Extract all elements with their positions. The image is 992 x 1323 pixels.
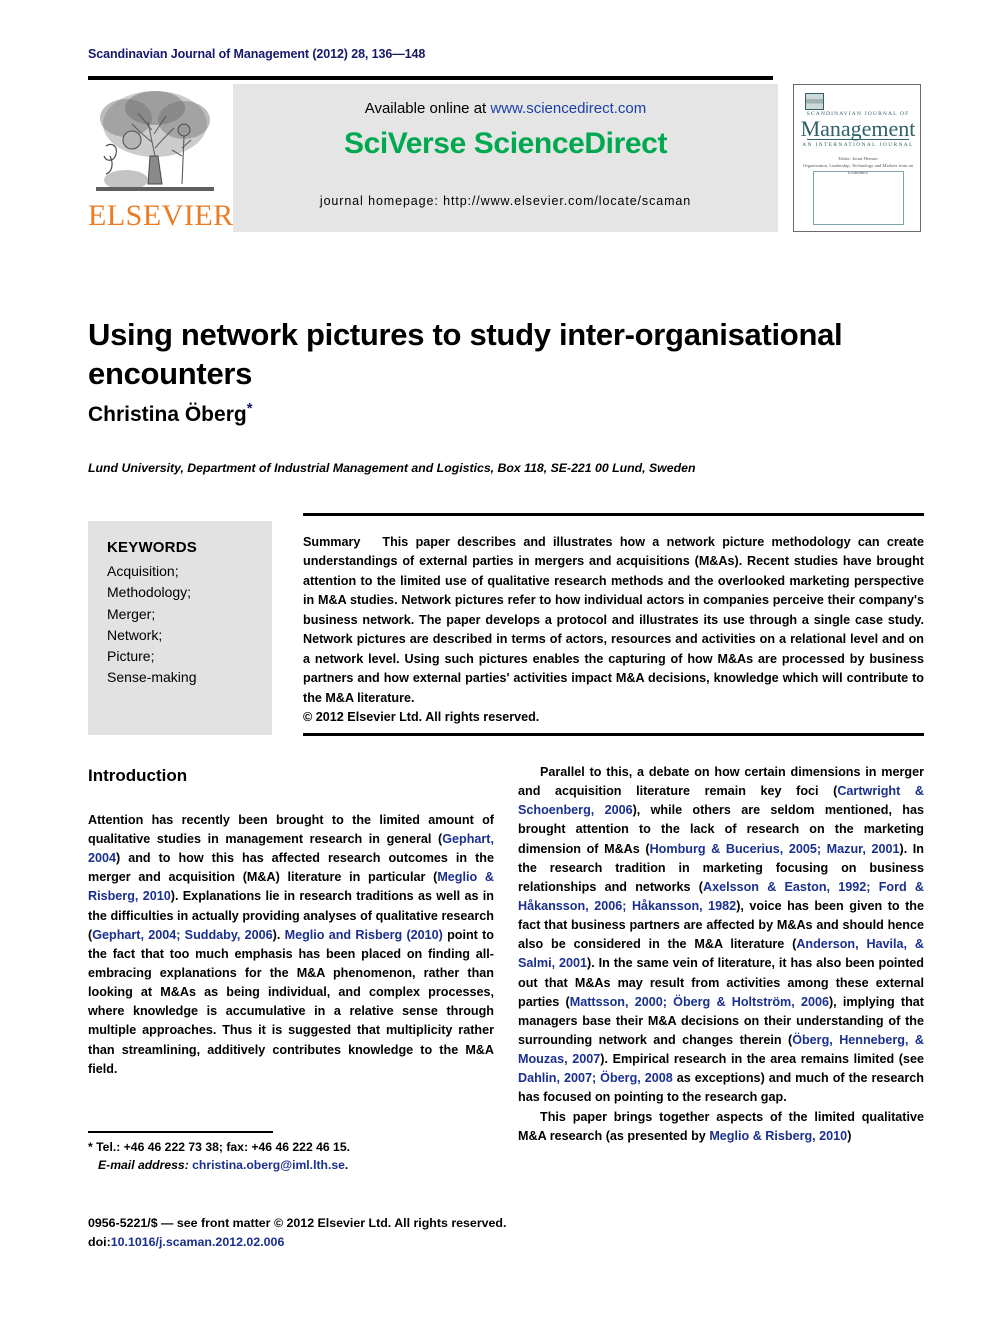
cover-journal-title: Management <box>800 116 916 141</box>
cover-image-placeholder <box>813 171 904 225</box>
text-run: Attention has recently been brought to t… <box>88 812 494 846</box>
article-title: Using network pictures to study inter-or… <box>88 316 843 392</box>
keywords-list: Acquisition; Methodology; Merger; Networ… <box>107 561 197 689</box>
keyword-item: Methodology; <box>107 584 192 601</box>
citation-link[interactable]: Mattsson, 2000; Öberg & Holtström, 2006 <box>570 995 829 1009</box>
text-run: point to the fact that too much emphasis… <box>88 927 495 1076</box>
paragraph: Attention has recently been brought to t… <box>88 811 494 1079</box>
keyword-item: Picture; <box>107 648 155 665</box>
cover-editor-name: Editor: Jouni Flemari <box>838 156 878 161</box>
sciencedirect-url[interactable]: www.sciencedirect.com <box>490 100 646 117</box>
author-label: Christina Öberg <box>88 403 247 426</box>
paragraph: This paper brings together aspects of th… <box>518 1108 924 1146</box>
abstract-text: Summary This paper describes and illustra… <box>303 533 924 728</box>
citation-link[interactable]: Homburg & Bucerius, 2005; Mazur, 2001 <box>650 842 900 856</box>
elsevier-logo: ELSEVIER <box>88 84 234 234</box>
text-run: ). Empirical research in the area remain… <box>600 1052 924 1067</box>
author-name: Christina Öberg* <box>88 400 253 427</box>
cover-divider <box>807 139 909 140</box>
elsevier-wordmark: ELSEVIER <box>88 199 234 232</box>
abstract-copyright: © 2012 Elsevier Ltd. All rights reserved… <box>303 710 540 725</box>
keyword-item: Sense-making <box>107 669 197 686</box>
running-head: Scandinavian Journal of Management (2012… <box>88 47 426 61</box>
abstract-bottom-rule <box>303 733 924 736</box>
abstract-body: This paper describes and illustrates how… <box>303 535 924 705</box>
author-footnote-marker[interactable]: * <box>247 400 253 417</box>
keyword-item: Acquisition; <box>107 563 179 579</box>
keywords-heading: KEYWORDS <box>107 539 197 556</box>
text-run: ) and to how this has affected research … <box>88 851 494 885</box>
author-email-link[interactable]: christina.oberg@iml.lth.se <box>192 1158 345 1172</box>
sciverse-sciencedirect-logo: SciVerse ScienceDirect <box>343 127 668 160</box>
footnote-contact: * Tel.: +46 46 222 73 38; fax: +46 46 22… <box>88 1138 494 1156</box>
section-heading-introduction: Introduction <box>88 766 188 785</box>
header-rule <box>88 76 773 80</box>
citation-link[interactable]: Meglio and Risberg (2010) <box>285 928 443 942</box>
elsevier-tree-icon <box>92 84 218 202</box>
footnote-email-line: E-mail address: christina.oberg@iml.lth.… <box>98 1158 349 1173</box>
available-online-line: Available online at www.sciencedirect.co… <box>233 100 778 117</box>
front-matter-block: 0956-5221/$ — see front matter © 2012 El… <box>88 1214 588 1252</box>
doi-label: doi: <box>88 1234 111 1249</box>
keyword-item: Merger; <box>107 605 156 622</box>
article-page: Scandinavian Journal of Management (2012… <box>0 0 992 1323</box>
doi-line: doi:10.1016/j.scaman.2012.02.006 <box>88 1233 588 1252</box>
footnote-telephone: Tel.: +46 46 222 73 38; fax: +46 46 222 … <box>92 1140 351 1154</box>
footnote-rule <box>88 1131 273 1133</box>
email-label: E-mail address: <box>98 1158 189 1173</box>
issn-copyright-line: 0956-5221/$ — see front matter © 2012 El… <box>88 1216 507 1230</box>
journal-cover-thumbnail[interactable]: SCANDINAVIAN JOURNAL OF Management AN IN… <box>793 84 921 232</box>
journal-homepage-line[interactable]: journal homepage: http://www.elsevier.co… <box>233 194 778 208</box>
citation-link[interactable]: Gephart, 2004; Suddaby, 2006 <box>92 928 272 942</box>
abstract-top-rule <box>303 513 924 516</box>
footnote-block: * Tel.: +46 46 222 73 38; fax: +46 46 22… <box>88 1138 494 1175</box>
paragraph: Parallel to this, a debate on how certai… <box>518 763 924 1108</box>
abstract-label: Summary <box>303 535 361 549</box>
citation-link[interactable]: Dahlin, 2007; Öberg, 2008 <box>518 1071 673 1085</box>
author-affiliation: Lund University, Department of Industria… <box>88 461 696 475</box>
body-column-right: Parallel to this, a debate on how certai… <box>518 763 924 1146</box>
keywords-box: KEYWORDS Acquisition; Methodology; Merge… <box>88 521 272 735</box>
available-online-text: Available online at <box>364 100 491 117</box>
body-column-left: Introduction Attention has recently been… <box>88 763 494 1079</box>
citation-link[interactable]: Meglio & Risberg, 2010 <box>709 1129 847 1143</box>
sciencedirect-banner: Available online at www.sciencedirect.co… <box>233 84 778 232</box>
journal-publisher-icon <box>805 93 824 110</box>
text-run: ) <box>847 1128 852 1143</box>
keyword-item: Network; <box>107 626 163 643</box>
text-run: ). <box>272 927 285 942</box>
doi-link[interactable]: 10.1016/j.scaman.2012.02.006 <box>111 1235 285 1249</box>
masthead: ELSEVIER Available online at www.science… <box>88 84 924 234</box>
cover-journal-subtitle: AN INTERNATIONAL JOURNAL <box>802 142 914 148</box>
